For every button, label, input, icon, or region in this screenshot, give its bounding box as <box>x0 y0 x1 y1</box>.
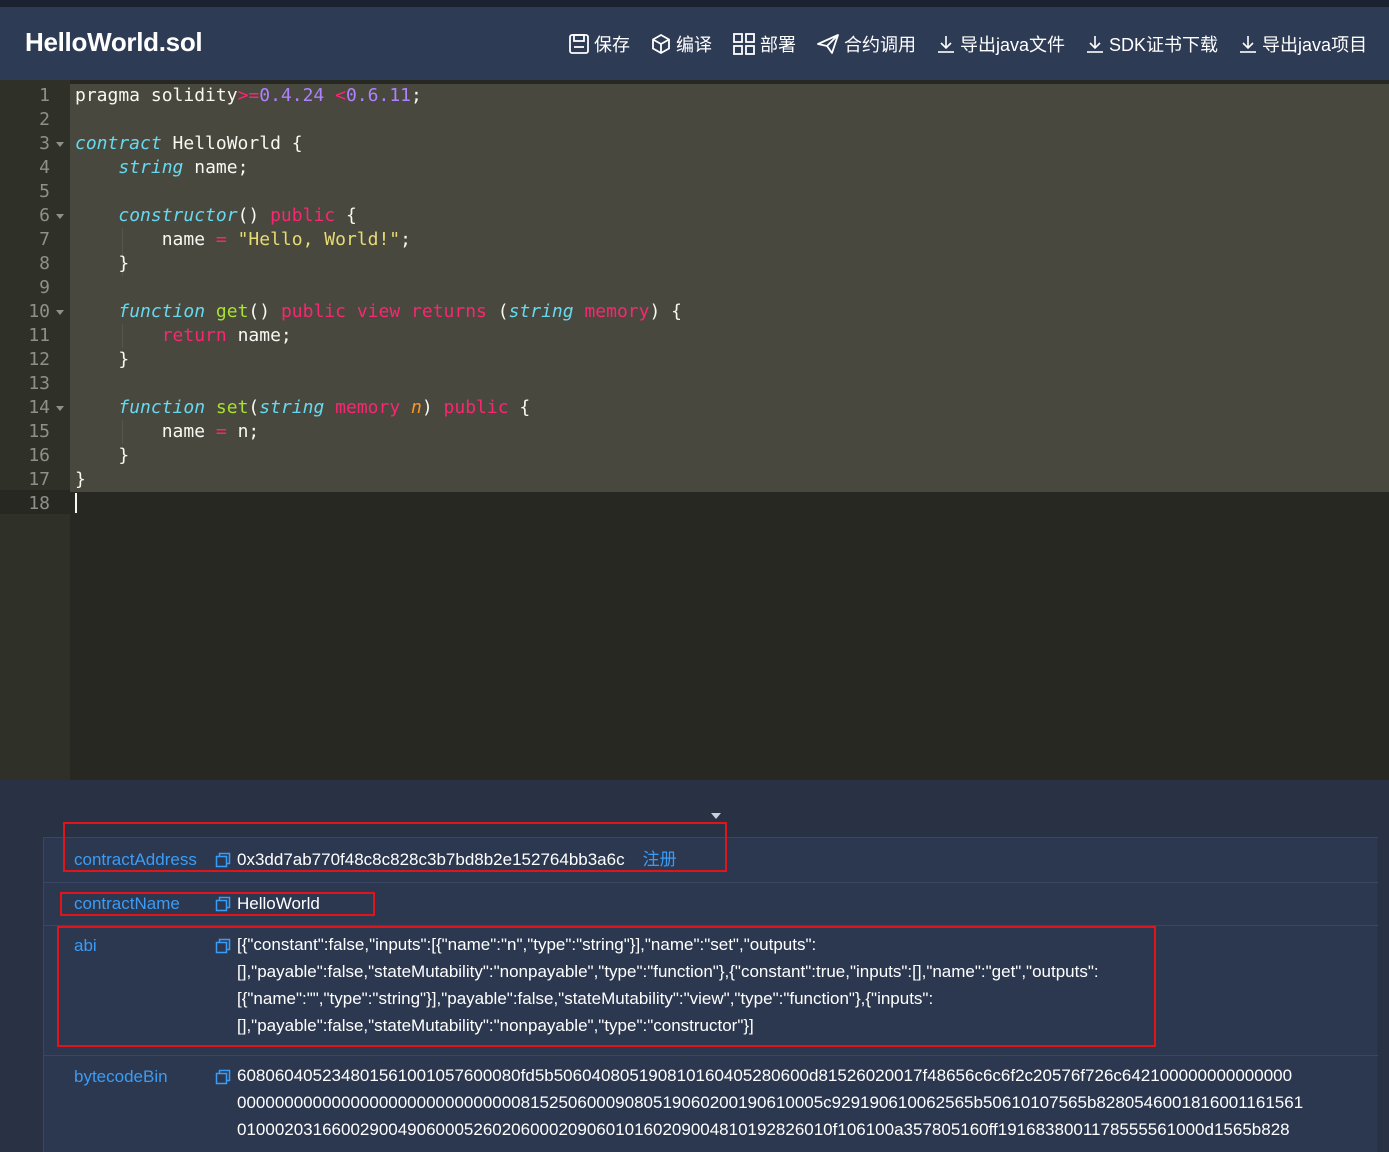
line-number: 6 <box>39 205 50 226</box>
code-text: return name; <box>161 325 292 346</box>
line-number: 18 <box>28 493 50 514</box>
collapse-toggle-icon[interactable] <box>711 813 721 819</box>
code-text: pragma solidity>=0.4.24 <0.6.11; <box>75 85 422 106</box>
download-icon <box>938 36 954 53</box>
download-icon <box>1240 36 1257 53</box>
save-label: 保存 <box>594 35 630 55</box>
fold-arrow-icon[interactable] <box>56 142 64 147</box>
line-number: 1 <box>39 85 50 106</box>
fold-arrow-icon[interactable] <box>56 310 64 315</box>
save-button[interactable]: 保存 <box>568 31 630 57</box>
export-java-file-button[interactable]: 导出java文件 <box>936 31 1065 57</box>
line-number: 7 <box>39 229 50 250</box>
code-text: } <box>75 445 130 466</box>
save-icon <box>569 34 589 54</box>
line-number: 11 <box>28 325 50 346</box>
sdk-cert-download-label: SDK证书下载 <box>1109 35 1219 55</box>
fold-arrow-icon[interactable] <box>56 406 64 411</box>
highlight-box-address <box>63 822 727 872</box>
code-text: contract HelloWorld { <box>75 133 303 154</box>
bytecode-bin-value: 608060405234801561001057600080fd5b506040… <box>237 1062 1347 1143</box>
export-java-project-label: 导出java项目 <box>1262 35 1368 55</box>
line-number: 5 <box>39 181 50 202</box>
download-icon <box>1087 36 1104 53</box>
code-text: name = n; <box>75 421 260 442</box>
bytecode-bin-key: bytecodeBin <box>74 1067 168 1086</box>
bytecode-line: 608060405234801561001057600080fd5b506040… <box>237 1066 1293 1085</box>
export-java-file-label: 导出java文件 <box>960 35 1066 55</box>
contract-call-button[interactable]: 合约调用 <box>816 31 916 57</box>
cube-icon <box>652 33 670 55</box>
code-text: function set(string memory n) public { <box>118 397 531 418</box>
highlight-box-abi <box>57 926 1156 1047</box>
code-text: } <box>75 349 130 370</box>
code-text: } <box>75 253 130 274</box>
top-strip <box>0 0 1389 7</box>
line-number: 17 <box>28 469 50 490</box>
text-cursor <box>75 493 77 513</box>
fold-arrow-icon[interactable] <box>56 214 64 219</box>
bytecode-line: 0100020316600290049060005260206000209060… <box>237 1120 1290 1139</box>
highlight-box-name <box>60 892 375 916</box>
line-number: 9 <box>39 277 50 298</box>
contract-call-label: 合约调用 <box>844 35 916 55</box>
grid-icon <box>733 33 755 55</box>
toolbar: 保存 编译 部署 合约调用 导出java文件 SDK证书下载 导出java项目 <box>568 29 1367 59</box>
line-number: 10 <box>28 301 50 322</box>
deploy-button[interactable]: 部署 <box>732 31 796 57</box>
line-number: 14 <box>28 397 50 418</box>
code-text: string name; <box>118 157 249 178</box>
bytecode-line: 0000000000000000000000000000008152506000… <box>237 1093 1304 1112</box>
code-text: function get() public view returns (stri… <box>118 301 682 322</box>
deploy-label: 部署 <box>760 35 796 55</box>
sdk-cert-download-button[interactable]: SDK证书下载 <box>1085 31 1218 57</box>
line-number: 16 <box>28 445 50 466</box>
editor-header: HelloWorld.sol 保存 编译 部署 合约调用 导出java文件 SD… <box>0 7 1389 80</box>
code-text: constructor() public { <box>118 205 357 226</box>
compile-button[interactable]: 编译 <box>650 31 712 57</box>
line-number: 12 <box>28 349 50 370</box>
export-java-project-button[interactable]: 导出java项目 <box>1238 31 1367 57</box>
code-text: } <box>75 469 86 490</box>
bytecode-bin-row: bytecodeBin 6080604052348015610010576000… <box>44 1055 1378 1152</box>
code-editor[interactable]: 1 pragma solidity>=0.4.24 <0.6.11; 2 3 contr… <box>0 80 1389 780</box>
send-icon <box>817 34 839 54</box>
line-number: 3 <box>39 133 50 154</box>
file-title: HelloWorld.sol <box>25 27 203 57</box>
compile-label: 编译 <box>676 35 712 55</box>
line-number: 4 <box>39 157 50 178</box>
compile-result-panel: contractAddress 0x3dd7ab770f48c8c828c3b7… <box>0 780 1389 1152</box>
line-number: 2 <box>39 109 50 130</box>
line-number: 15 <box>28 421 50 442</box>
copy-icon[interactable] <box>215 1069 231 1085</box>
line-number: 13 <box>28 373 50 394</box>
line-number: 8 <box>39 253 50 274</box>
code-text: name = "Hello, World!"; <box>75 229 411 250</box>
